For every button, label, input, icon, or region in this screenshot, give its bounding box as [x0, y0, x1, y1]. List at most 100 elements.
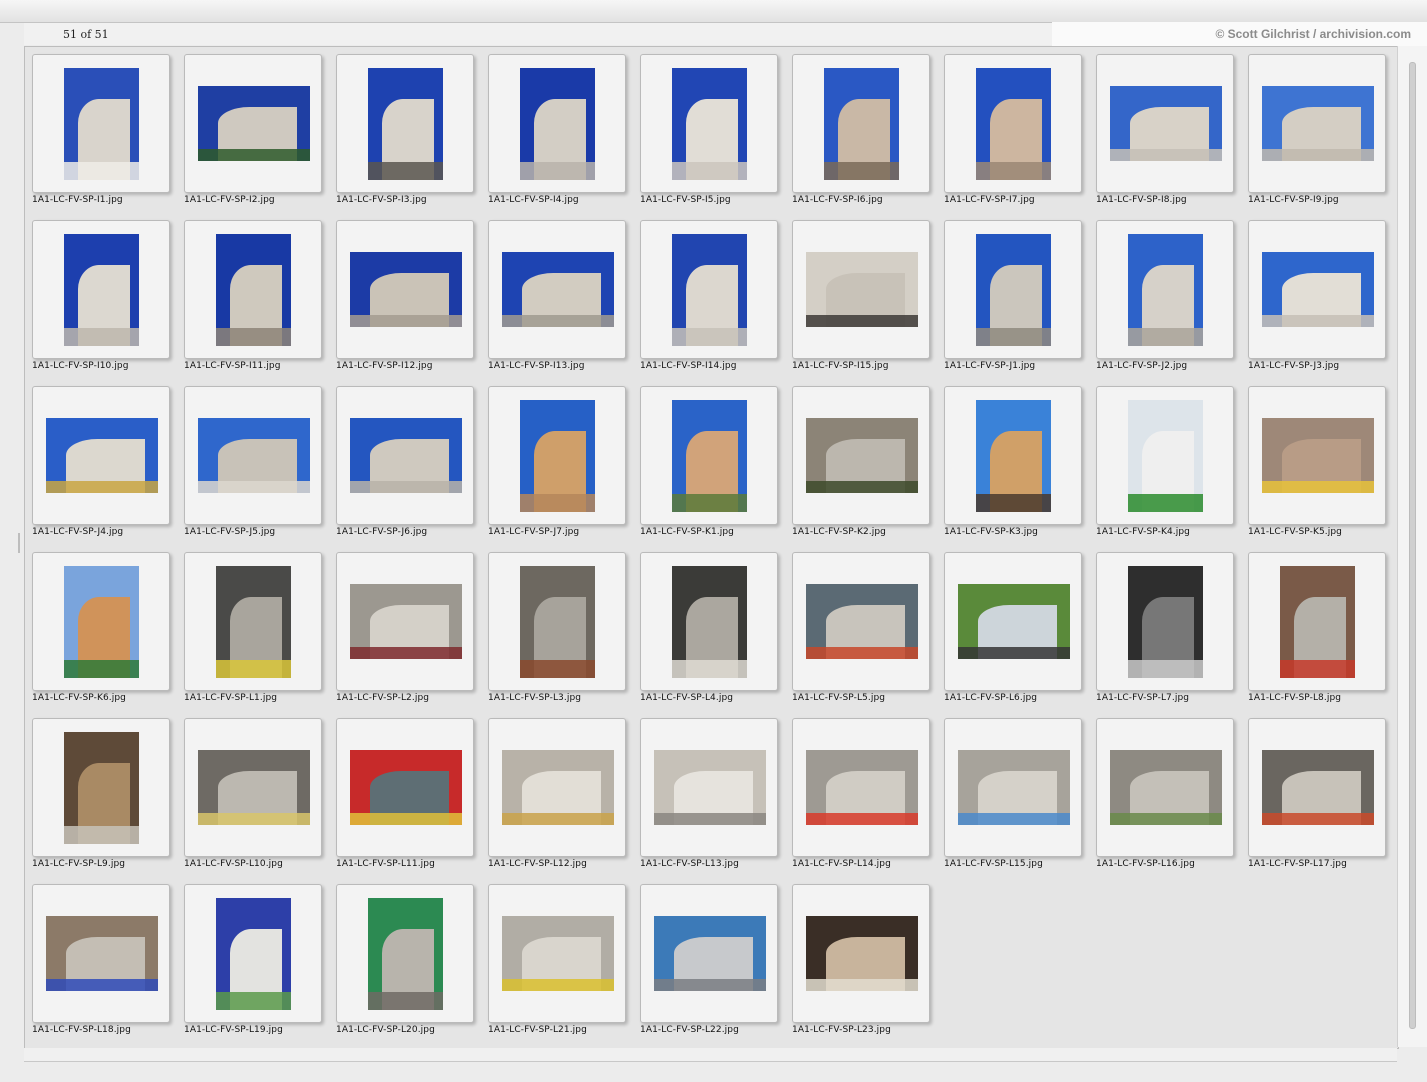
slide-frame[interactable] — [184, 54, 322, 193]
slide-frame[interactable] — [336, 220, 474, 359]
slide-frame[interactable] — [640, 884, 778, 1023]
thumbnail-item[interactable]: 1A1-LC-FV-SP-L7.jpg — [1096, 552, 1236, 707]
thumbnail-image[interactable] — [46, 418, 158, 493]
thumbnail-image[interactable] — [216, 898, 291, 1010]
thumbnail-item[interactable]: 1A1-LC-FV-SP-L14.jpg — [792, 718, 932, 873]
slide-frame[interactable] — [1096, 386, 1234, 525]
thumbnail-image[interactable] — [64, 234, 139, 346]
thumbnail-item[interactable]: 1A1-LC-FV-SP-I10.jpg — [32, 220, 172, 375]
slide-frame[interactable] — [488, 884, 626, 1023]
thumbnail-item[interactable]: 1A1-LC-FV-SP-K5.jpg — [1248, 386, 1388, 541]
slide-frame[interactable] — [944, 718, 1082, 857]
thumbnail-image[interactable] — [672, 400, 747, 512]
slide-frame[interactable] — [32, 386, 170, 525]
thumbnail-item[interactable]: 1A1-LC-FV-SP-I14.jpg — [640, 220, 780, 375]
thumbnail-image[interactable] — [958, 750, 1070, 825]
slide-frame[interactable] — [792, 884, 930, 1023]
thumbnail-item[interactable]: 1A1-LC-FV-SP-J2.jpg — [1096, 220, 1236, 375]
slide-frame[interactable] — [792, 552, 930, 691]
thumbnail-image[interactable] — [1262, 86, 1374, 161]
thumbnail-image[interactable] — [350, 252, 462, 327]
thumbnail-image[interactable] — [806, 916, 918, 991]
slide-frame[interactable] — [488, 718, 626, 857]
thumbnail-image[interactable] — [976, 234, 1051, 346]
thumbnail-image[interactable] — [350, 750, 462, 825]
slide-frame[interactable] — [184, 718, 322, 857]
thumbnail-item[interactable]: 1A1-LC-FV-SP-I7.jpg — [944, 54, 1084, 209]
thumbnail-image[interactable] — [1128, 566, 1203, 678]
thumbnail-image[interactable] — [1262, 418, 1374, 493]
thumbnail-image[interactable] — [216, 234, 291, 346]
slide-frame[interactable] — [488, 386, 626, 525]
thumbnail-image[interactable] — [64, 68, 139, 180]
splitter-handle[interactable] — [18, 533, 20, 553]
thumbnail-item[interactable]: 1A1-LC-FV-SP-J4.jpg — [32, 386, 172, 541]
thumbnail-image[interactable] — [1262, 750, 1374, 825]
thumbnail-item[interactable]: 1A1-LC-FV-SP-K6.jpg — [32, 552, 172, 707]
thumbnail-item[interactable]: 1A1-LC-FV-SP-K3.jpg — [944, 386, 1084, 541]
slide-frame[interactable] — [944, 220, 1082, 359]
thumbnail-item[interactable]: 1A1-LC-FV-SP-L1.jpg — [184, 552, 324, 707]
scrollbar-thumb[interactable] — [1409, 62, 1416, 1029]
thumbnail-image[interactable] — [958, 584, 1070, 659]
thumbnail-image[interactable] — [502, 916, 614, 991]
slide-frame[interactable] — [944, 552, 1082, 691]
thumbnail-item[interactable]: 1A1-LC-FV-SP-J5.jpg — [184, 386, 324, 541]
thumbnail-image[interactable] — [654, 750, 766, 825]
slide-frame[interactable] — [488, 54, 626, 193]
slide-frame[interactable] — [32, 718, 170, 857]
slide-frame[interactable] — [640, 54, 778, 193]
slide-frame[interactable] — [1096, 718, 1234, 857]
slide-frame[interactable] — [32, 220, 170, 359]
thumbnail-item[interactable]: 1A1-LC-FV-SP-L20.jpg — [336, 884, 476, 1039]
thumbnail-item[interactable]: 1A1-LC-FV-SP-L9.jpg — [32, 718, 172, 873]
slide-frame[interactable] — [488, 552, 626, 691]
thumbnail-item[interactable]: 1A1-LC-FV-SP-L17.jpg — [1248, 718, 1388, 873]
thumbnail-image[interactable] — [1128, 400, 1203, 512]
thumbnail-image[interactable] — [502, 252, 614, 327]
slide-frame[interactable] — [184, 386, 322, 525]
slide-frame[interactable] — [184, 220, 322, 359]
thumbnail-item[interactable]: 1A1-LC-FV-SP-L8.jpg — [1248, 552, 1388, 707]
slide-frame[interactable] — [488, 220, 626, 359]
thumbnail-item[interactable]: 1A1-LC-FV-SP-I2.jpg — [184, 54, 324, 209]
thumbnail-image[interactable] — [806, 418, 918, 493]
thumbnail-image[interactable] — [520, 400, 595, 512]
thumbnail-image[interactable] — [672, 234, 747, 346]
thumbnail-item[interactable]: 1A1-LC-FV-SP-K2.jpg — [792, 386, 932, 541]
thumbnail-image[interactable] — [198, 86, 310, 161]
thumbnail-image[interactable] — [502, 750, 614, 825]
slide-frame[interactable] — [1096, 54, 1234, 193]
thumbnail-image[interactable] — [806, 584, 918, 659]
slide-frame[interactable] — [792, 220, 930, 359]
thumbnail-item[interactable]: 1A1-LC-FV-SP-L12.jpg — [488, 718, 628, 873]
thumbnail-image[interactable] — [806, 252, 918, 327]
thumbnail-image[interactable] — [824, 68, 899, 180]
thumbnail-item[interactable]: 1A1-LC-FV-SP-L23.jpg — [792, 884, 932, 1039]
slide-frame[interactable] — [640, 220, 778, 359]
slide-frame[interactable] — [1096, 552, 1234, 691]
thumbnail-item[interactable]: 1A1-LC-FV-SP-J6.jpg — [336, 386, 476, 541]
slide-frame[interactable] — [792, 386, 930, 525]
slide-frame[interactable] — [1096, 220, 1234, 359]
thumbnail-image[interactable] — [1110, 86, 1222, 161]
thumbnail-image[interactable] — [1110, 750, 1222, 825]
slide-frame[interactable] — [32, 54, 170, 193]
slide-frame[interactable] — [336, 884, 474, 1023]
thumbnail-item[interactable]: 1A1-LC-FV-SP-L16.jpg — [1096, 718, 1236, 873]
thumbnail-image[interactable] — [198, 750, 310, 825]
slide-frame[interactable] — [1248, 220, 1386, 359]
slide-frame[interactable] — [792, 54, 930, 193]
thumbnail-image[interactable] — [672, 68, 747, 180]
thumbnail-item[interactable]: 1A1-LC-FV-SP-I6.jpg — [792, 54, 932, 209]
thumbnail-item[interactable]: 1A1-LC-FV-SP-L5.jpg — [792, 552, 932, 707]
thumbnail-image[interactable] — [672, 566, 747, 678]
slide-frame[interactable] — [336, 386, 474, 525]
thumbnail-item[interactable]: 1A1-LC-FV-SP-L11.jpg — [336, 718, 476, 873]
thumbnail-item[interactable]: 1A1-LC-FV-SP-J7.jpg — [488, 386, 628, 541]
slide-frame[interactable] — [640, 386, 778, 525]
thumbnail-image[interactable] — [350, 418, 462, 493]
thumbnail-image[interactable] — [216, 566, 291, 678]
thumbnail-image[interactable] — [64, 566, 139, 678]
thumbnail-item[interactable]: 1A1-LC-FV-SP-L6.jpg — [944, 552, 1084, 707]
